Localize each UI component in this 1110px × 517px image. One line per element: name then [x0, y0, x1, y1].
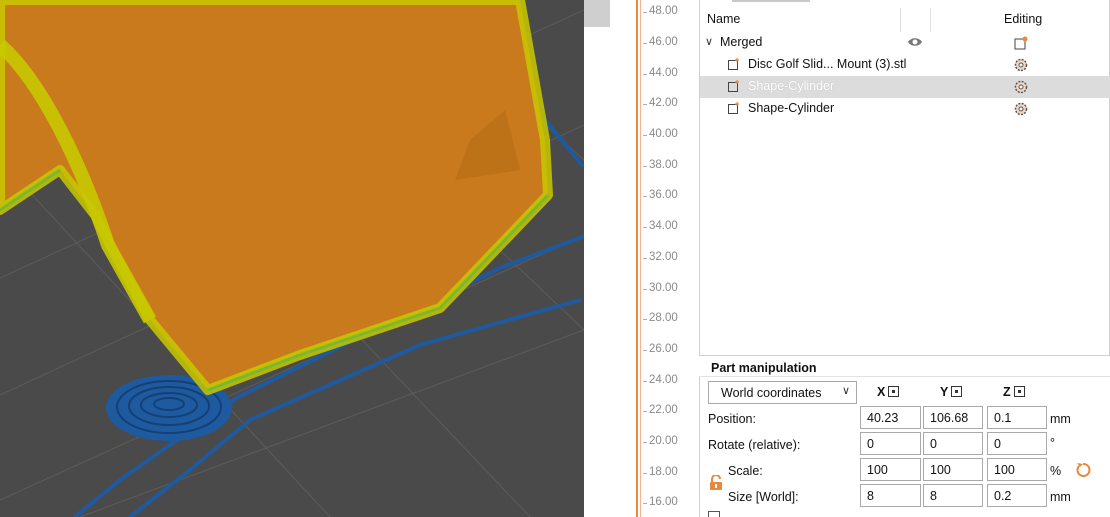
- drop-to-bed-icon: [1013, 386, 1025, 397]
- drop-to-bed-icon: [888, 386, 900, 397]
- tick-label: 48.00: [643, 5, 678, 17]
- tick-label: 26.00: [643, 343, 678, 355]
- list-item-part[interactable]: Shape-Cylinder: [700, 76, 1110, 98]
- scale-z-input[interactable]: 100: [987, 458, 1047, 481]
- list-header: Name Editing: [700, 8, 1110, 32]
- slider-track-shadow: [640, 0, 641, 517]
- lock-icon[interactable]: [709, 475, 723, 491]
- list-item-label: Shape-Cylinder: [748, 79, 835, 93]
- part-icon: [728, 102, 739, 114]
- tick-label: 18.00: [643, 466, 678, 478]
- unit-label: °: [1050, 436, 1055, 450]
- tick-label: 34.00: [643, 220, 678, 232]
- drop-to-bed-icon: [951, 386, 963, 397]
- chevron-down-icon: ∨: [841, 385, 850, 397]
- size-x-input[interactable]: 8: [860, 484, 921, 507]
- scale-x-input[interactable]: 100: [860, 458, 921, 481]
- tick-label: 42.00: [643, 97, 678, 109]
- column-name-header[interactable]: Name: [707, 12, 740, 26]
- uniform-scale-checkbox[interactable]: [708, 511, 720, 517]
- tick-label: 38.00: [643, 159, 678, 171]
- object-list[interactable]: Name Editing ∨ Merged Disc Golf Slid... …: [699, 0, 1110, 356]
- unit-label: mm: [1050, 490, 1071, 504]
- part-icon: [728, 58, 739, 70]
- coordinate-system-value: World coordinates: [721, 386, 822, 400]
- rotate-label: Rotate (relative):: [708, 438, 801, 452]
- rotate-y-input[interactable]: 0: [923, 432, 983, 455]
- axis-z-header[interactable]: Z: [1003, 385, 1025, 399]
- column-editing-header[interactable]: Editing: [1004, 12, 1042, 26]
- unit-label: %: [1050, 464, 1062, 478]
- list-item-label: Merged: [720, 35, 763, 49]
- panel-border: [699, 377, 700, 517]
- position-z-input[interactable]: 0.1: [987, 406, 1047, 429]
- size-z-input[interactable]: 0.2: [987, 484, 1047, 507]
- position-y-input[interactable]: 106.68: [923, 406, 983, 429]
- title-divider: [699, 376, 1110, 377]
- list-item-part[interactable]: Shape-Cylinder: [700, 98, 1110, 120]
- axis-x-header[interactable]: X: [877, 385, 900, 399]
- size-y-input[interactable]: 8: [923, 484, 983, 507]
- tick-label: 28.00: [643, 312, 678, 324]
- position-x-input[interactable]: 40.23: [860, 406, 921, 429]
- settings-add-icon[interactable]: [1013, 35, 1029, 51]
- panel-title: Part manipulation: [711, 361, 817, 375]
- tab-stub: [732, 0, 810, 2]
- eye-icon[interactable]: [907, 36, 923, 48]
- tick-label: 40.00: [643, 128, 678, 140]
- gear-icon[interactable]: [1013, 79, 1029, 95]
- chevron-down-icon[interactable]: ∨: [705, 35, 713, 48]
- viewport-edge: [584, 0, 630, 517]
- tick-label: 32.00: [643, 251, 678, 263]
- tick-label: 22.00: [643, 404, 678, 416]
- tick-label: 36.00: [643, 189, 678, 201]
- tick-label: 46.00: [643, 36, 678, 48]
- scale-y-input[interactable]: 100: [923, 458, 983, 481]
- 3d-viewport[interactable]: [0, 0, 584, 517]
- list-item-merged[interactable]: ∨ Merged: [700, 32, 1110, 54]
- layer-height-slider[interactable]: 48.00 46.00 44.00 42.00 40.00 38.00 36.0…: [630, 0, 698, 517]
- tick-label: 16.00: [643, 496, 678, 508]
- part-manipulation-panel: Part manipulation World coordinates ∨ X …: [699, 358, 1110, 517]
- rotate-z-input[interactable]: 0: [987, 432, 1047, 455]
- part-icon: [728, 80, 739, 92]
- coordinate-system-select[interactable]: World coordinates ∨: [708, 381, 857, 404]
- gear-icon[interactable]: [1013, 57, 1029, 73]
- list-item-label: Disc Golf Slid... Mount (3).stl: [748, 57, 907, 71]
- list-item-part[interactable]: Disc Golf Slid... Mount (3).stl: [700, 54, 1110, 76]
- size-label: Size [World]:: [728, 490, 799, 504]
- list-item-label: Shape-Cylinder: [748, 101, 835, 115]
- tick-label: 24.00: [643, 374, 678, 386]
- reset-scale-icon[interactable]: [1075, 462, 1091, 478]
- tick-label: 44.00: [643, 67, 678, 79]
- position-label: Position:: [708, 412, 756, 426]
- tick-label: 30.00: [643, 282, 678, 294]
- slider-track[interactable]: [636, 0, 638, 517]
- viewport-scene: [0, 0, 584, 517]
- column-separator: [900, 8, 901, 32]
- rotate-x-input[interactable]: 0: [860, 432, 921, 455]
- gear-icon[interactable]: [1013, 101, 1029, 117]
- axis-y-header[interactable]: Y: [940, 385, 963, 399]
- tick-label: 20.00: [643, 435, 678, 447]
- scale-label: Scale:: [728, 464, 763, 478]
- column-separator: [930, 8, 931, 32]
- unit-label: mm: [1050, 412, 1071, 426]
